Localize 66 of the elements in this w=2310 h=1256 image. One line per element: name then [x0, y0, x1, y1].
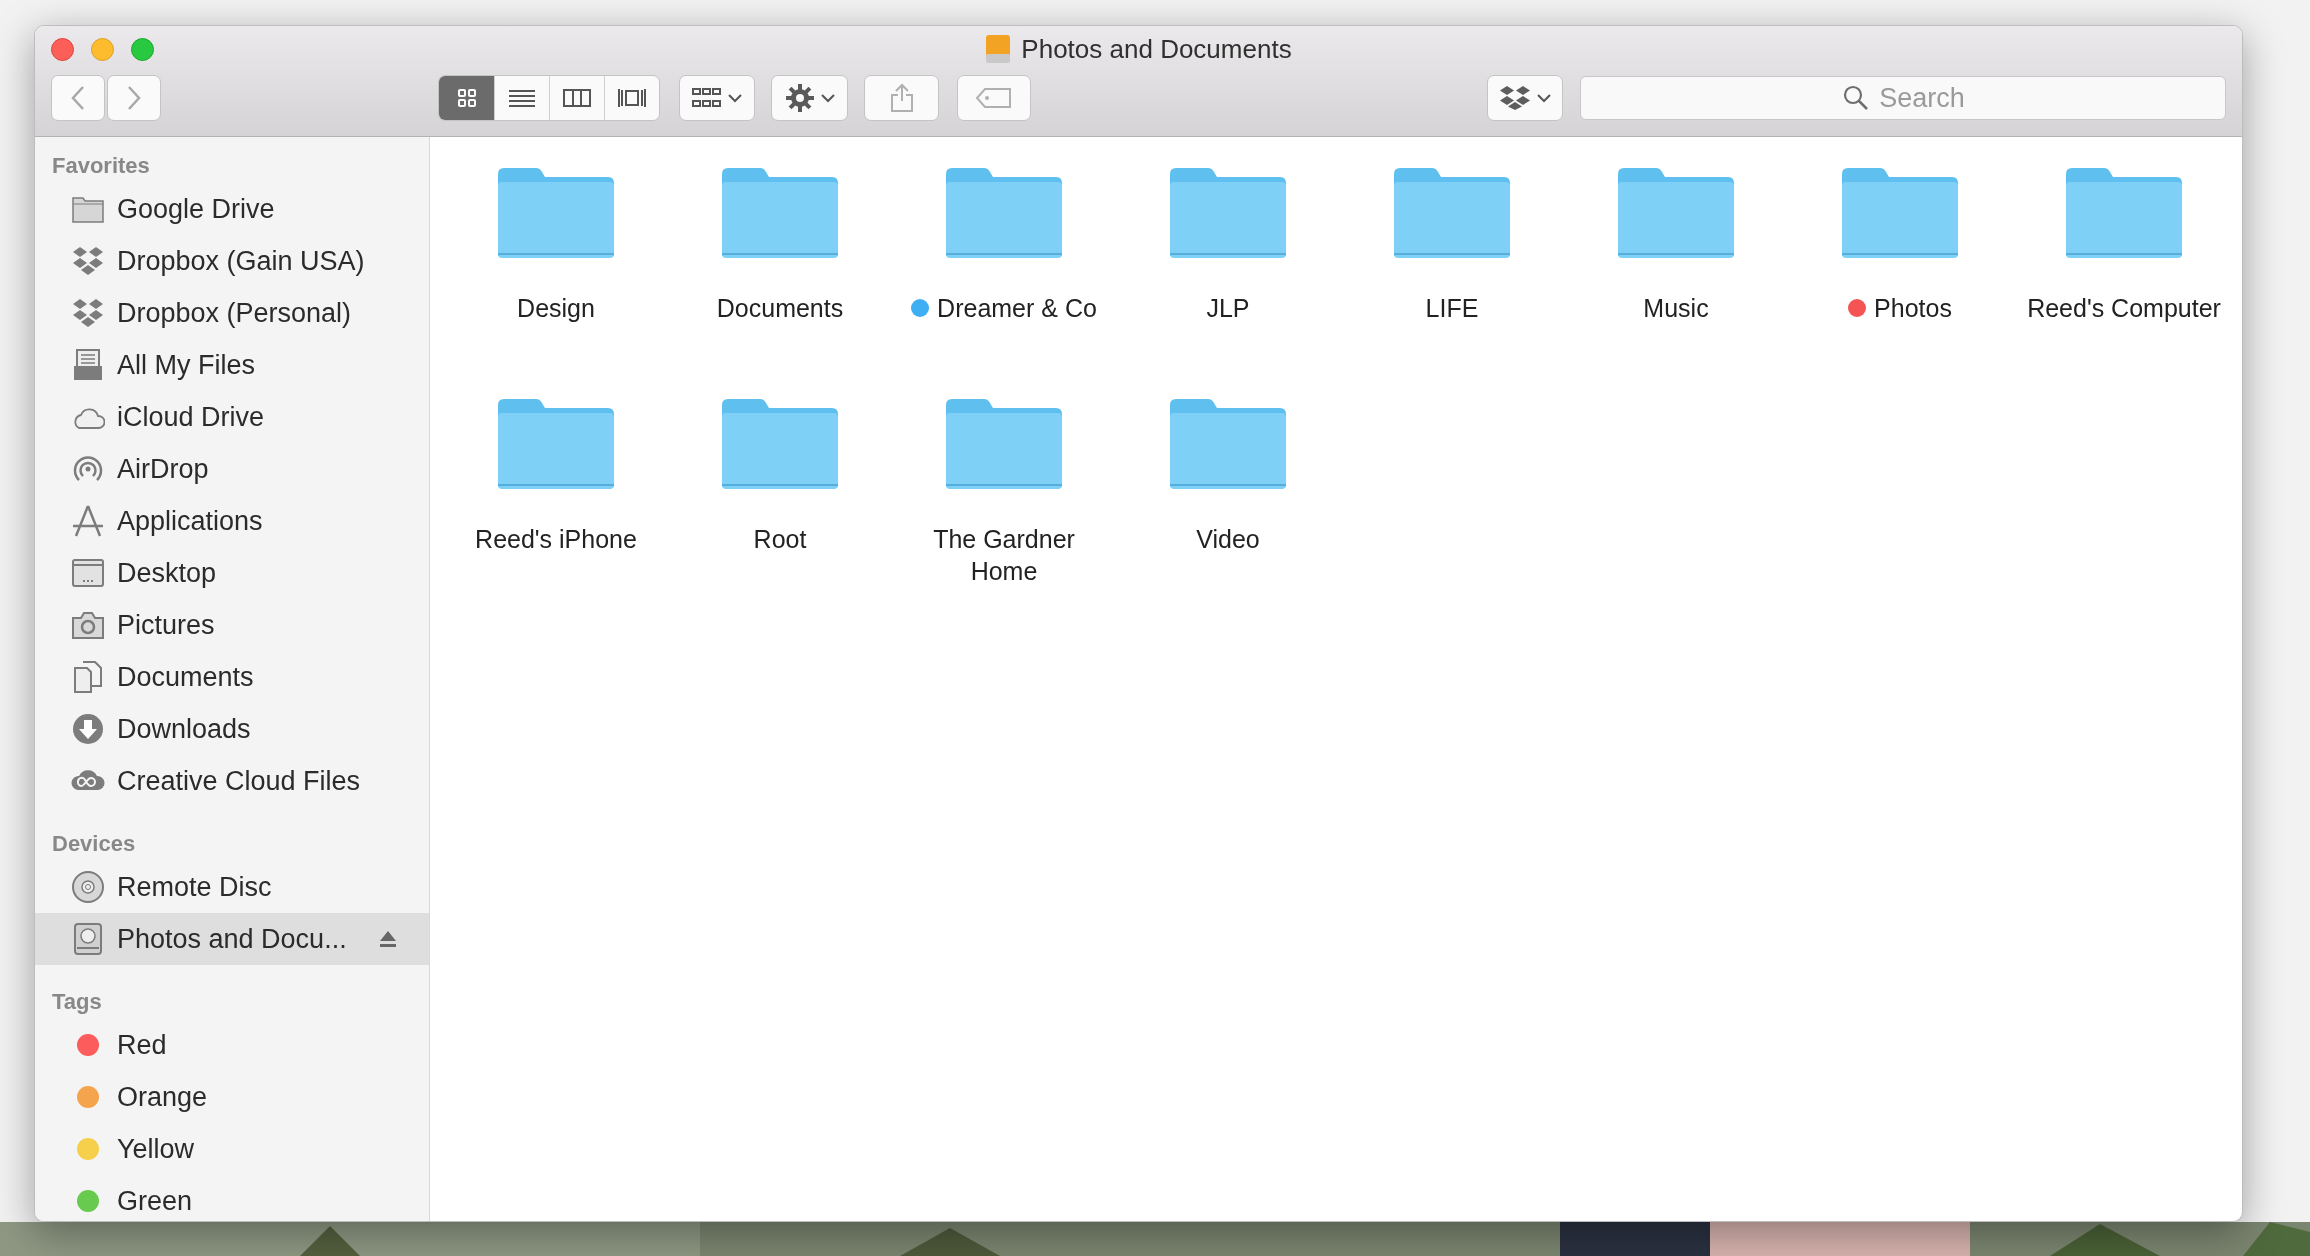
section-heading: Favorites: [51, 152, 151, 180]
section-heading: Devices: [51, 830, 137, 858]
folder-name: Reed's iPhone: [475, 524, 637, 555]
file-tray-icon: [71, 348, 105, 382]
share-icon: [889, 83, 914, 113]
desktop-icon: [71, 556, 105, 590]
sidebar-item[interactable]: Photos and Docu...: [35, 913, 429, 965]
sidebar-item[interactable]: Documents: [35, 651, 429, 703]
folder-name: JLP: [1206, 293, 1250, 324]
sidebar-item[interactable]: Red: [35, 1019, 429, 1071]
sidebar-item[interactable]: AirDrop: [35, 443, 429, 495]
sidebar-item[interactable]: Remote Disc: [35, 861, 429, 913]
caret-icon: [820, 93, 835, 103]
action-button[interactable]: [771, 75, 848, 121]
close-button[interactable]: [51, 38, 74, 61]
sidebar-item[interactable]: Pictures: [35, 599, 429, 651]
folder-name: Documents: [716, 293, 844, 324]
folder-name: Reed's Computer: [2027, 293, 2221, 324]
view-mode-button[interactable]: [439, 76, 494, 120]
zoom-button[interactable]: [131, 38, 154, 61]
sidebar-item[interactable]: iCloud Drive: [35, 391, 429, 443]
eject-icon[interactable]: [379, 930, 397, 948]
search-field[interactable]: Search: [1580, 76, 2226, 120]
disc-icon: [71, 870, 105, 904]
window-title: Photos and Documents: [1021, 32, 1292, 66]
arrange-button[interactable]: [679, 75, 755, 121]
hard-drive-icon: [71, 922, 105, 956]
chevron-right-icon: [126, 85, 142, 111]
folder-name: LIFE: [1425, 293, 1479, 324]
section-heading: Tags: [51, 988, 103, 1016]
folder-name: Music: [1643, 293, 1709, 324]
tag-button[interactable]: [957, 75, 1031, 121]
sidebar-item[interactable]: Green: [35, 1175, 429, 1221]
sidebar-item[interactable]: Yellow: [35, 1123, 429, 1175]
folder-name: Dreamer & Co: [937, 293, 1097, 324]
dropbox-icon: [71, 296, 105, 330]
grid-icon: [692, 87, 722, 109]
dropbox-icon: [1499, 85, 1531, 111]
download-icon: [71, 712, 105, 746]
dropbox-icon: [71, 244, 105, 278]
sidebar-item[interactable]: Applications: [35, 495, 429, 547]
back-button[interactable]: [51, 75, 105, 121]
sidebar-item[interactable]: Orange: [35, 1071, 429, 1123]
sidebar-item[interactable]: Creative Cloud Files: [35, 755, 429, 807]
folder-name: Root: [753, 524, 807, 555]
folder-name: Photos: [1874, 293, 1952, 324]
forward-button[interactable]: [107, 75, 161, 121]
drive-icon: [985, 34, 1012, 64]
folder-name: Design: [517, 293, 595, 324]
sidebar-item[interactable]: Dropbox (Personal): [35, 287, 429, 339]
gear-icon: [784, 83, 815, 113]
chevron-left-icon: [70, 85, 86, 111]
dropbox-button[interactable]: [1487, 75, 1563, 121]
sidebar-item[interactable]: Desktop: [35, 547, 429, 599]
sidebar-item[interactable]: All My Files: [35, 339, 429, 391]
documents-icon: [71, 660, 105, 694]
caret-icon: [1537, 93, 1551, 103]
tag-icon: [975, 87, 1013, 109]
minimize-button[interactable]: [91, 38, 114, 61]
sidebar-item[interactable]: Dropbox (Gain USA): [35, 235, 429, 287]
folder-name: Video: [1196, 524, 1260, 555]
caret-icon: [728, 93, 742, 103]
share-button[interactable]: [864, 75, 939, 121]
folder-name: The Gardner Home: [932, 524, 1076, 587]
sidebar-item[interactable]: Google Drive: [35, 183, 429, 235]
sidebar-item[interactable]: Downloads: [35, 703, 429, 755]
